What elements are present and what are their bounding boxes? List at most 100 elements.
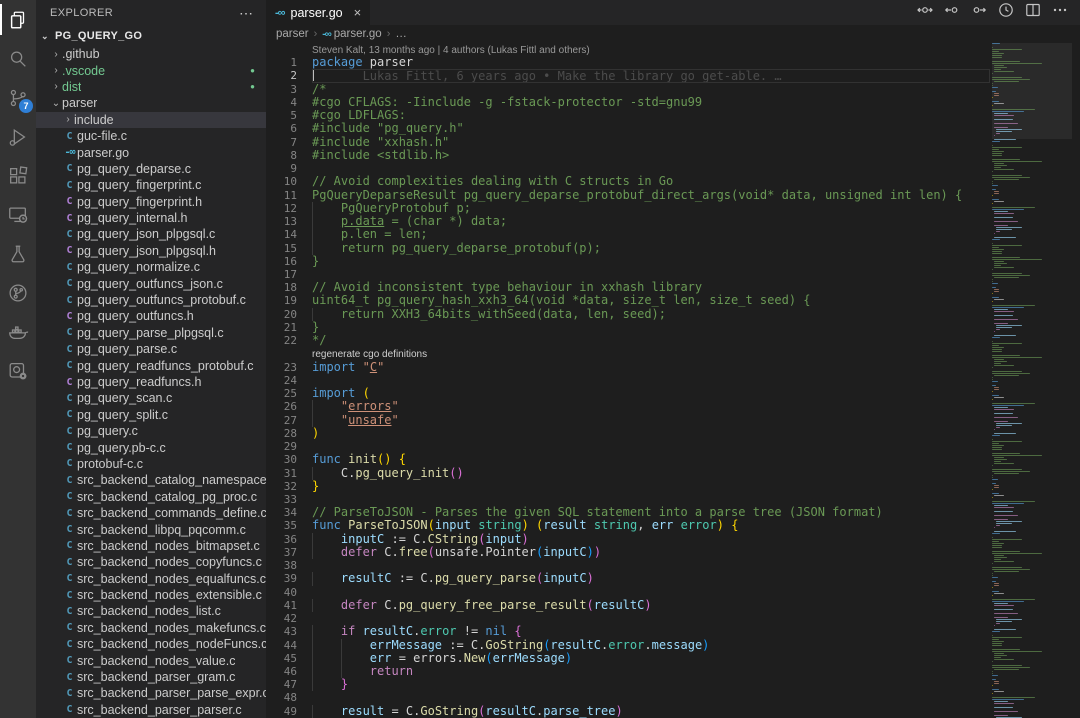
- code-line-18[interactable]: 18// Avoid inconsistent type behaviour i…: [266, 281, 992, 294]
- tree-item-pg-query-internal-h[interactable]: Cpg_query_internal.h: [36, 210, 266, 226]
- tree-item--vscode[interactable]: ›.vscode●: [36, 62, 266, 78]
- code-line-43[interactable]: 43if resultC.error != nil {: [266, 625, 992, 638]
- code-line-44[interactable]: 44errMessage := C.GoString(resultC.error…: [266, 639, 992, 652]
- code-line-22[interactable]: 22*/: [266, 334, 992, 347]
- tree-item-pg-query-normalize-c[interactable]: Cpg_query_normalize.c: [36, 259, 266, 275]
- editor-scrollbar[interactable]: [1072, 25, 1080, 718]
- tree-item-pg-query-pb-c-c[interactable]: Cpg_query.pb-c.c: [36, 439, 266, 455]
- code-line-20[interactable]: 20return XXH3_64bits_withSeed(data, len,…: [266, 308, 992, 321]
- tree-item-pg-query-outfuncs-protobuf-c[interactable]: Cpg_query_outfuncs_protobuf.c: [36, 292, 266, 308]
- tree-item-src-backend-nodes-extensible-c[interactable]: Csrc_backend_nodes_extensible.c: [36, 587, 266, 603]
- code-line-26[interactable]: 26"errors": [266, 400, 992, 413]
- code-line-42[interactable]: 42: [266, 612, 992, 625]
- tree-item-pg-query-outfuncs-json-c[interactable]: Cpg_query_outfuncs_json.c: [36, 275, 266, 291]
- tree-item-pg-query-fingerprint-c[interactable]: Cpg_query_fingerprint.c: [36, 177, 266, 193]
- code-line-47[interactable]: 47}: [266, 678, 992, 691]
- tree-item-parser[interactable]: ⌄parser: [36, 95, 266, 111]
- close-icon[interactable]: ×: [354, 5, 362, 20]
- code-line-13[interactable]: 13p.data = (char *) data;: [266, 215, 992, 228]
- code-line-6[interactable]: 6#include "pg_query.h": [266, 122, 992, 135]
- code-line-27[interactable]: 27"unsafe": [266, 414, 992, 427]
- tree-item-pg-query-json-plpgsql-h[interactable]: Cpg_query_json_plpgsql.h: [36, 243, 266, 259]
- code-line-40[interactable]: 40: [266, 586, 992, 599]
- code-line-17[interactable]: 17: [266, 268, 992, 281]
- code-line-41[interactable]: 41defer C.pg_query_free_parse_result(res…: [266, 599, 992, 612]
- tree-item-src-backend-parser-parse-expr-c[interactable]: Csrc_backend_parser_parse_expr.c: [36, 685, 266, 701]
- code-line-14[interactable]: 14p.len = len;: [266, 228, 992, 241]
- split-editor-icon[interactable]: [1025, 2, 1041, 23]
- tree-item-pg-query-readfuncs-h[interactable]: Cpg_query_readfuncs.h: [36, 374, 266, 390]
- code-line-1[interactable]: 1package parser: [266, 56, 992, 69]
- code-line-11[interactable]: 11PgQueryDeparseResult pg_query_deparse_…: [266, 189, 992, 202]
- code-line-33[interactable]: 33: [266, 493, 992, 506]
- tree-item-src-backend-libpq-pqcomm-c[interactable]: Csrc_backend_libpq_pqcomm.c: [36, 521, 266, 537]
- code-line-49[interactable]: 49result = C.GoString(resultC.parse_tree…: [266, 705, 992, 718]
- tree-item-src-backend-parser-parser-c[interactable]: Csrc_backend_parser_parser.c: [36, 702, 266, 718]
- tree-item-pg-query-scan-c[interactable]: Cpg_query_scan.c: [36, 390, 266, 406]
- tree-item-src-backend-nodes-makefuncs-c[interactable]: Csrc_backend_nodes_makefuncs.c: [36, 620, 266, 636]
- tree-item-src-backend-parser-gram-c[interactable]: Csrc_backend_parser_gram.c: [36, 669, 266, 685]
- source-control-icon[interactable]: 7: [0, 78, 36, 117]
- code-line-28[interactable]: 28): [266, 427, 992, 440]
- code-line-24[interactable]: 24: [266, 374, 992, 387]
- code-line-8[interactable]: 8#include <stdlib.h>: [266, 149, 992, 162]
- tree-item-src-backend-nodes-equalfuncs-c[interactable]: Csrc_backend_nodes_equalfuncs.c: [36, 571, 266, 587]
- tree-root-pg-query-go[interactable]: ⌄ PG_QUERY_GO: [36, 26, 266, 46]
- code-line-3[interactable]: 3/*: [266, 83, 992, 96]
- code-line-35[interactable]: 35func ParseToJSON(input string) (result…: [266, 519, 992, 532]
- tree-item-guc-file-c[interactable]: Cguc-file.c: [36, 128, 266, 144]
- search-icon[interactable]: [0, 39, 36, 78]
- remote-explorer-icon[interactable]: [0, 195, 36, 234]
- code-line-37[interactable]: 37defer C.free(unsafe.Pointer(inputC)): [266, 546, 992, 559]
- code-line-5[interactable]: 5#cgo LDFLAGS:: [266, 109, 992, 122]
- tree-item-include[interactable]: ›include: [36, 112, 266, 128]
- code-line-16[interactable]: 16}: [266, 255, 992, 268]
- code-line-9[interactable]: 9: [266, 162, 992, 175]
- tree-item--github[interactable]: ›.github: [36, 46, 266, 62]
- tree-item-pg-query-c[interactable]: Cpg_query.c: [36, 423, 266, 439]
- breadcrumb-item-2[interactable]: …: [395, 28, 407, 40]
- tree-item-pg-query-fingerprint-h[interactable]: Cpg_query_fingerprint.h: [36, 194, 266, 210]
- code-line-38[interactable]: 38: [266, 559, 992, 572]
- tree-item-protobuf-c-c[interactable]: Cprotobuf-c.c: [36, 456, 266, 472]
- explorer-more-actions-icon[interactable]: ⋯: [239, 5, 254, 22]
- open-changes-icon[interactable]: [917, 2, 933, 23]
- code-line-12[interactable]: 12PgQueryProtobuf p;: [266, 202, 992, 215]
- code-editor[interactable]: Steven Kalt, 13 months ago | 4 authors (…: [266, 43, 992, 718]
- gitlens-icon[interactable]: [0, 273, 36, 312]
- codelens-row[interactable]: regenerate cgo definitions: [266, 347, 992, 360]
- breadcrumb-item-1[interactable]: -∞parser.go: [322, 28, 381, 40]
- docker-icon[interactable]: [0, 312, 36, 351]
- testing-icon[interactable]: [0, 234, 36, 273]
- explorer-icon[interactable]: [0, 0, 36, 39]
- tree-item-dist[interactable]: ›dist●: [36, 79, 266, 95]
- tree-item-src-backend-nodes-bitmapset-c[interactable]: Csrc_backend_nodes_bitmapset.c: [36, 538, 266, 554]
- code-line-10[interactable]: 10// Avoid complexities dealing with C s…: [266, 175, 992, 188]
- tree-item-pg-query-split-c[interactable]: Cpg_query_split.c: [36, 407, 266, 423]
- tree-item-parser-go[interactable]: -∞parser.go: [36, 144, 266, 160]
- tree-item-src-backend-catalog-namespace-c[interactable]: Csrc_backend_catalog_namespace.c: [36, 472, 266, 488]
- code-line-39[interactable]: 39resultC := C.pg_query_parse(inputC): [266, 572, 992, 585]
- code-line-25[interactable]: 25import (: [266, 387, 992, 400]
- code-line-21[interactable]: 21}: [266, 321, 992, 334]
- code-line-19[interactable]: 19uint64_t pg_query_hash_xxh3_64(void *d…: [266, 294, 992, 307]
- more-actions-icon[interactable]: [1052, 2, 1068, 23]
- container-tools-icon[interactable]: [0, 351, 36, 390]
- run-and-debug-icon[interactable]: [0, 117, 36, 156]
- code-line-48[interactable]: 48: [266, 691, 992, 704]
- tree-item-pg-query-outfuncs-h[interactable]: Cpg_query_outfuncs.h: [36, 308, 266, 324]
- code-line-46[interactable]: 46return: [266, 665, 992, 678]
- code-line-34[interactable]: 34// ParseToJSON - Parses the given SQL …: [266, 506, 992, 519]
- tree-item-pg-query-parse-plpgsql-c[interactable]: Cpg_query_parse_plpgsql.c: [36, 325, 266, 341]
- code-line-2[interactable]: 2Lukas Fittl, 6 years ago • Make the lib…: [266, 69, 992, 82]
- tree-item-src-backend-commands-define-c[interactable]: Csrc_backend_commands_define.c: [36, 505, 266, 521]
- previous-change-icon[interactable]: [944, 2, 960, 23]
- tab-parser-go[interactable]: -∞ parser.go ×: [266, 0, 370, 25]
- tree-item-pg-query-json-plpgsql-c[interactable]: Cpg_query_json_plpgsql.c: [36, 226, 266, 242]
- tree-item-src-backend-catalog-pg-proc-c[interactable]: Csrc_backend_catalog_pg_proc.c: [36, 489, 266, 505]
- code-line-30[interactable]: 30func init() {: [266, 453, 992, 466]
- code-line-29[interactable]: 29: [266, 440, 992, 453]
- tree-item-pg-query-readfuncs-protobuf-c[interactable]: Cpg_query_readfuncs_protobuf.c: [36, 357, 266, 373]
- tree-item-pg-query-deparse-c[interactable]: Cpg_query_deparse.c: [36, 161, 266, 177]
- tree-item-src-backend-nodes-copyfuncs-c[interactable]: Csrc_backend_nodes_copyfuncs.c: [36, 554, 266, 570]
